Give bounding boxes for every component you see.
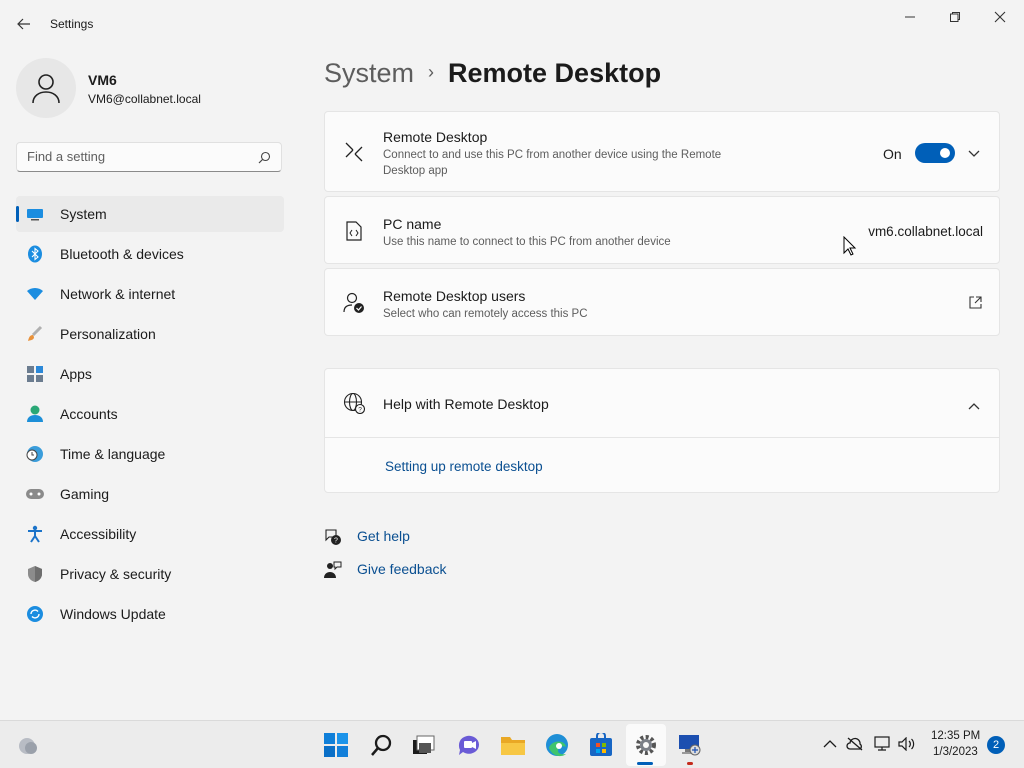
users-check-icon bbox=[343, 292, 365, 314]
chat-icon[interactable] bbox=[455, 731, 483, 759]
remote-desktop-users-title: Remote Desktop users bbox=[383, 288, 526, 304]
chevron-down-icon[interactable] bbox=[968, 146, 980, 164]
remote-desktop-users-card[interactable]: Remote Desktop users Select who can remo… bbox=[324, 268, 1000, 336]
clock-date[interactable]: 1/3/2023 bbox=[933, 746, 978, 758]
system-icon bbox=[26, 205, 44, 223]
feedback-icon bbox=[324, 561, 342, 584]
close-icon bbox=[994, 11, 1006, 23]
page-title: Remote Desktop bbox=[448, 58, 662, 88]
chevron-up-icon[interactable] bbox=[968, 399, 980, 417]
toggle-state-label: On bbox=[883, 146, 902, 162]
volume-icon[interactable] bbox=[898, 735, 916, 753]
restore-icon bbox=[950, 12, 960, 22]
user-name: VM6 bbox=[88, 72, 117, 88]
remote-desktop-users-description: Select who can remotely access this PC bbox=[383, 308, 588, 320]
sidebar-item-time-language[interactable]: Time & language bbox=[16, 436, 284, 472]
back-arrow-icon bbox=[17, 18, 30, 30]
sidebar-item-privacy[interactable]: Privacy & security bbox=[16, 556, 284, 592]
search-input[interactable] bbox=[27, 149, 247, 164]
remote-desktop-toggle[interactable] bbox=[915, 143, 955, 163]
avatar bbox=[16, 58, 76, 118]
title-bar: Settings bbox=[0, 0, 1024, 48]
minimize-button[interactable] bbox=[887, 6, 933, 28]
remote-desktop-title: Remote Desktop bbox=[383, 129, 488, 145]
back-button[interactable] bbox=[14, 14, 34, 34]
update-icon bbox=[26, 605, 44, 623]
sidebar-item-bluetooth[interactable]: Bluetooth & devices bbox=[16, 236, 284, 272]
globe-help-icon: ? bbox=[343, 392, 365, 414]
task-view-icon[interactable] bbox=[410, 731, 438, 759]
minimize-icon bbox=[905, 16, 915, 18]
sidebar-item-personalization[interactable]: Personalization bbox=[16, 316, 284, 352]
settings-gear-icon[interactable] bbox=[632, 731, 660, 759]
file-explorer-icon[interactable] bbox=[499, 731, 527, 759]
sidebar-item-system[interactable]: System bbox=[16, 196, 284, 232]
svg-text:?: ? bbox=[358, 407, 362, 414]
clock-time[interactable]: 12:35 PM bbox=[931, 730, 980, 742]
sidebar-item-apps[interactable]: Apps bbox=[16, 356, 284, 392]
sidebar-item-gaming[interactable]: Gaming bbox=[16, 476, 284, 512]
edge-browser-icon[interactable] bbox=[543, 731, 571, 759]
sidebar-item-accounts[interactable]: Accounts bbox=[16, 396, 284, 432]
remote-desktop-card[interactable]: Remote Desktop Connect to and use this P… bbox=[324, 111, 1000, 192]
search-taskbar-icon[interactable] bbox=[367, 731, 395, 759]
breadcrumb-separator: › bbox=[428, 62, 435, 82]
onedrive-offline-icon[interactable] bbox=[846, 735, 864, 753]
sidebar-nav: System Bluetooth & devices Network & int… bbox=[16, 196, 284, 636]
pc-name-value: vm6.collabnet.local bbox=[868, 224, 983, 239]
bluetooth-icon bbox=[26, 245, 44, 263]
shield-icon bbox=[26, 565, 44, 583]
active-indicator bbox=[637, 762, 653, 765]
microsoft-store-icon[interactable] bbox=[587, 731, 615, 759]
breadcrumb: System › Remote Desktop bbox=[324, 58, 661, 89]
weather-widget-icon[interactable] bbox=[14, 731, 42, 759]
account-icon bbox=[26, 405, 44, 423]
pc-name-description: Use this name to connect to this PC from… bbox=[383, 236, 671, 248]
sidebar-item-accessibility[interactable]: Accessibility bbox=[16, 516, 284, 552]
sidebar-item-network[interactable]: Network & internet bbox=[16, 276, 284, 312]
user-email: VM6@collabnet.local bbox=[88, 92, 201, 106]
sidebar-item-windows-update[interactable]: Windows Update bbox=[16, 596, 284, 632]
mouse-cursor-icon bbox=[843, 235, 857, 261]
accessibility-icon bbox=[26, 525, 44, 543]
help-card: ? Help with Remote Desktop Setting up re… bbox=[324, 368, 1000, 493]
svg-text:?: ? bbox=[334, 538, 338, 545]
gamepad-icon bbox=[26, 485, 44, 503]
remote-desktop-description: Connect to and use this PC from another … bbox=[383, 149, 722, 177]
toggle-knob bbox=[940, 148, 950, 158]
help-title: Help with Remote Desktop bbox=[383, 396, 549, 412]
setting-up-remote-desktop-link[interactable]: Setting up remote desktop bbox=[385, 459, 543, 474]
search-box[interactable] bbox=[16, 142, 282, 172]
remote-desktop-app-icon[interactable] bbox=[676, 731, 704, 759]
brush-icon bbox=[26, 325, 44, 343]
pc-name-card: PC name Use this name to connect to this… bbox=[324, 196, 1000, 264]
user-profile[interactable]: VM6 VM6@collabnet.local bbox=[16, 58, 286, 118]
wifi-icon bbox=[26, 285, 44, 303]
window-title: Settings bbox=[50, 17, 94, 31]
help-chat-icon: ? bbox=[324, 528, 342, 551]
maximize-button[interactable] bbox=[932, 6, 978, 28]
person-icon bbox=[32, 74, 60, 104]
start-button-icon[interactable] bbox=[322, 731, 350, 759]
document-icon bbox=[343, 220, 365, 242]
remote-desktop-icon bbox=[343, 141, 365, 163]
breadcrumb-parent[interactable]: System bbox=[324, 58, 414, 88]
globe-clock-icon bbox=[26, 445, 44, 463]
help-header[interactable]: ? Help with Remote Desktop bbox=[325, 369, 999, 438]
app-running-indicator bbox=[687, 762, 693, 765]
notification-badge[interactable]: 2 bbox=[987, 736, 1005, 754]
show-hidden-icons-icon[interactable] bbox=[821, 735, 839, 753]
pc-name-title: PC name bbox=[383, 216, 442, 232]
apps-icon bbox=[26, 365, 44, 383]
close-button[interactable] bbox=[977, 6, 1023, 28]
open-external-icon[interactable] bbox=[969, 296, 982, 314]
network-icon[interactable] bbox=[873, 735, 891, 753]
taskbar: 12:35 PM 1/3/2023 2 bbox=[0, 720, 1024, 768]
search-icon[interactable] bbox=[258, 151, 271, 169]
